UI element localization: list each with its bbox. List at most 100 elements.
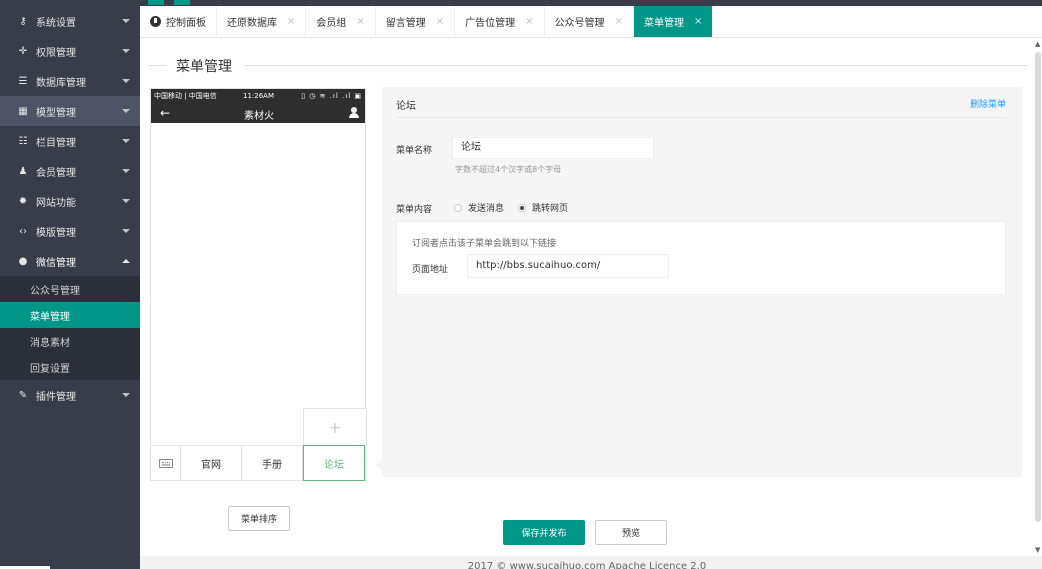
carrier-text: 中国移动 | 中国电信 [154,92,217,100]
scroll-down-icon[interactable]: ▼ [1035,546,1040,554]
chevron-down-icon [122,393,130,397]
phone-preview: 中国移动 | 中国电信 11:26AM ▯ ◷ ≋ .ıl .ıl ▣ ← 素材… [150,88,367,481]
delete-menu-link[interactable]: 删除菜单 [970,97,1006,110]
sidebar-item-label: 权限管理 [36,47,76,59]
code-icon: ‹› [19,225,27,237]
menu-editor-panel: 论坛 删除菜单 菜单名称 论坛 字数不超过4个汉字或8个字母 菜单内容 发送消息… [376,87,1022,477]
sidebar-item-database[interactable]: ☰ 数据库管理 [0,66,140,96]
top-nav-button[interactable] [174,0,190,5]
signal-icon: ▯ ◷ ≋ .ıl .ıl ▣ [301,92,362,100]
close-icon[interactable]: × [356,16,364,27]
radio-open-webpage[interactable]: 跳转网页 [518,201,568,214]
radio-button-checked [518,203,526,212]
vertical-scrollbar[interactable]: ▲ ▼ [1034,38,1042,556]
sidebar-item-members[interactable]: ♟ 会员管理 [0,156,140,186]
sidebar-item-label: 栏目管理 [36,137,76,149]
close-icon[interactable]: × [525,16,533,27]
sidebar-item-system-settings[interactable]: ⚷ 系统设置 [0,6,140,36]
close-icon[interactable]: × [287,16,295,27]
chevron-down-icon [122,79,130,83]
radio-label: 发送消息 [468,204,505,214]
sidebar-subitem-menu-management[interactable]: 菜单管理 [0,302,140,328]
sidebar-item-models[interactable]: ▦ 模型管理 [0,96,140,126]
menu-item-forum[interactable]: 论坛 [303,445,365,481]
menu-content-label: 菜单内容 [396,205,433,215]
keyboard-icon[interactable] [151,446,181,480]
wrench-icon: ✎ [18,389,28,401]
sidebar-item-wechat[interactable]: ● 微信管理 [0,246,140,276]
sidebar-item-label: 插件管理 [36,391,76,403]
chevron-down-icon [122,19,130,23]
wechat-icon: ● [18,255,28,267]
menu-item-website[interactable]: 官网 [181,446,242,480]
radio-send-message[interactable]: 发送消息 [454,201,504,214]
sidebar-subitem-message-material[interactable]: 消息素材 [0,328,140,354]
radio-button [454,203,462,212]
chevron-down-icon [122,139,130,143]
menu-name-hint: 字数不超过4个汉字或8个字母 [455,165,562,174]
chevron-down-icon [122,109,130,113]
menu-sort-button[interactable]: 菜单排序 [228,506,290,531]
sidebar-subitem-official-account[interactable]: 公众号管理 [0,276,140,302]
sidebar-item-site-functions[interactable]: ✹ 网站功能 [0,186,140,216]
chevron-down-icon [122,49,130,53]
sidebar-subitem-reply-settings[interactable]: 回复设置 [0,354,140,380]
main-content: 菜单管理 中国移动 | 中国电信 11:26AM ▯ ◷ ≋ .ıl .ıl ▣… [140,38,1034,556]
tab-bar: 控制面板 还原数据库 × 会员组 × 留言管理 × 广告位管理 × 公众号管理 … [140,6,1042,38]
tab-label: 留言管理 [385,18,426,29]
tab-label: 广告位管理 [465,18,516,29]
divider [148,65,166,66]
footer: 2017 © www.sucaihuo.com Apache Licence 2… [140,556,1034,569]
chevron-up-icon [122,259,130,263]
model-icon: ▦ [18,105,28,117]
tab-label: 菜单管理 [643,18,684,29]
sidebar-item-label: 网站功能 [36,197,76,209]
sidebar-item-plugins[interactable]: ✎ 插件管理 [0,380,140,410]
radio-label: 跳转网页 [532,204,569,214]
tab-messages[interactable]: 留言管理 × [376,6,456,37]
sidebar-item-label: 数据库管理 [36,77,86,89]
divider [396,117,1006,118]
tab-label: 会员组 [316,18,347,29]
gear-icon: ✹ [18,195,28,207]
tab-member-groups[interactable]: 会员组 × [306,6,376,37]
scroll-up-icon[interactable]: ▲ [1035,40,1040,48]
close-icon[interactable]: × [436,16,444,27]
tab-restore-database[interactable]: 还原数据库 × [217,6,307,37]
page-title: 菜单管理 [170,56,238,76]
sidebar: ⚷ 系统设置 ✛ 权限管理 ☰ 数据库管理 ▦ 模型管理 ☷ 栏目管理 ♟ 会员… [0,6,140,569]
sidebar-item-label: 会员管理 [36,167,76,179]
top-nav-button[interactable] [148,0,164,5]
menu-item-manual[interactable]: 手册 [242,446,303,480]
page-url-input[interactable]: http://bbs.sucaihuo.com/ [467,254,669,278]
tab-ad-slots[interactable]: 广告位管理 × [455,6,545,37]
add-submenu-button[interactable]: + [303,408,367,445]
list-icon: ☷ [18,135,28,147]
phone-status-bar: 中国移动 | 中国电信 11:26AM ▯ ◷ ≋ .ıl .ıl ▣ [151,89,365,103]
status-time: 11:26AM [243,92,275,100]
link-settings-box: 订阅者点击该子菜单会跳到以下链接 页面地址 http://bbs.sucaihu… [396,221,1006,295]
tab-label: 控制面板 [166,18,206,29]
close-icon[interactable]: × [615,16,623,27]
phone-body [151,123,365,396]
scrollbar-thumb[interactable] [1035,52,1041,522]
sidebar-item-label: 微信管理 [36,257,76,269]
sidebar-item-label: 系统设置 [36,17,76,29]
sidebar-item-permissions[interactable]: ✛ 权限管理 [0,36,140,66]
close-icon[interactable]: × [694,16,702,27]
sidebar-item-label: 模版管理 [36,227,76,239]
menu-name-input[interactable]: 论坛 [452,137,654,159]
sidebar-item-columns[interactable]: ☷ 栏目管理 [0,126,140,156]
save-publish-button[interactable]: 保存并发布 [503,520,585,545]
menu-name-label: 菜单名称 [396,146,433,156]
tab-dashboard[interactable]: 控制面板 [140,6,217,37]
preview-button[interactable]: 预览 [595,520,667,545]
phone-menu-bar: 官网 手册 论坛 [151,445,365,481]
tab-label: 公众号管理 [554,18,605,29]
sidebar-item-templates[interactable]: ‹› 模版管理 [0,216,140,246]
chevron-down-icon [122,229,130,233]
tab-official-account[interactable]: 公众号管理 × [545,6,634,37]
phone-title: 素材火 [244,111,274,122]
user-icon: ♟ [18,165,28,177]
tab-menu-management[interactable]: 菜单管理 × [633,6,714,37]
